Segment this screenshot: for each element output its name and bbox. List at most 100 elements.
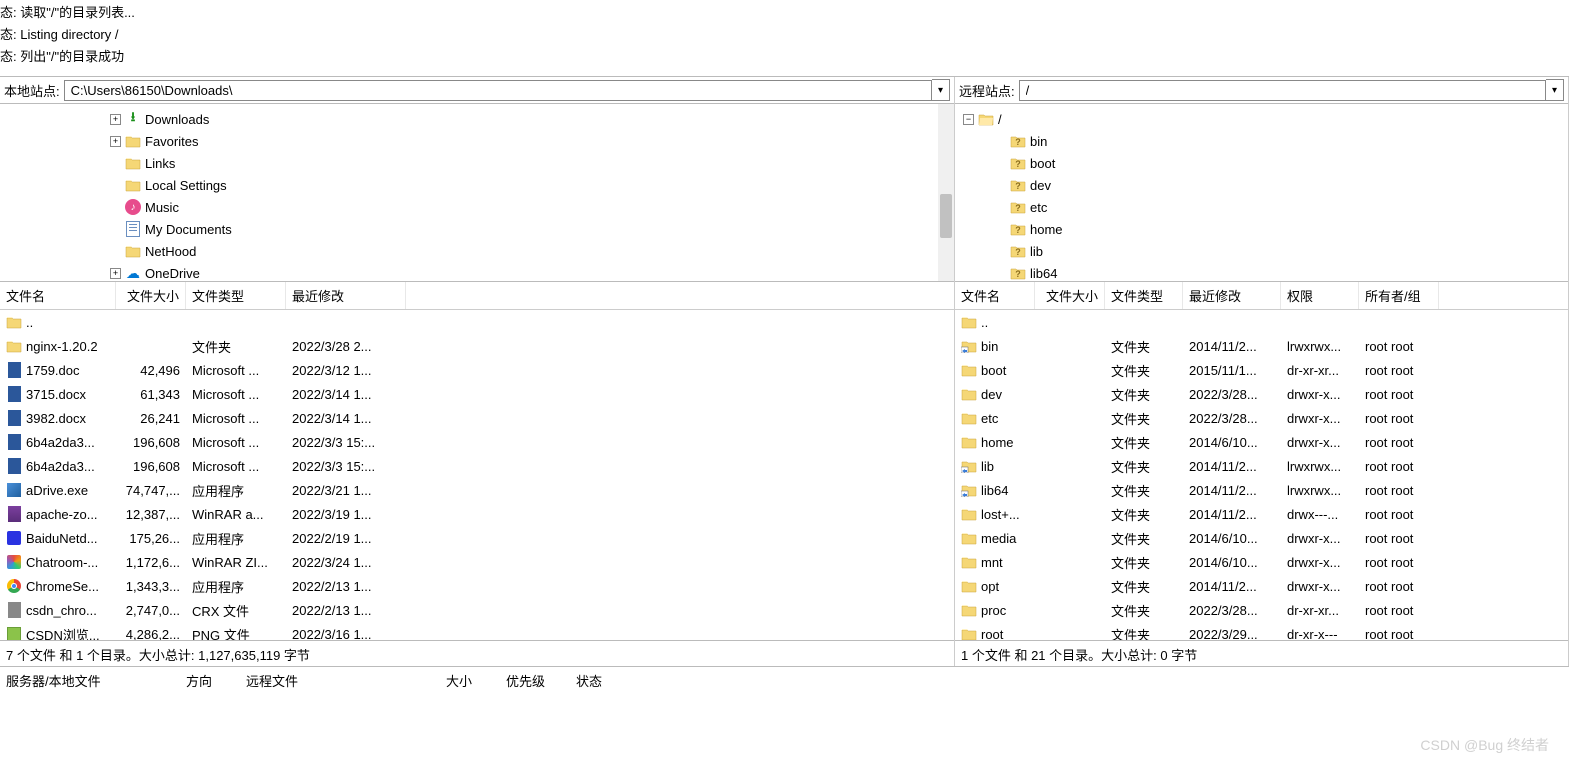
tree-expander[interactable]: + (110, 268, 121, 279)
tree-item[interactable]: ?dev (955, 174, 1568, 196)
tree-item[interactable]: +Favorites (0, 130, 954, 152)
file-row[interactable]: 1759.doc42,496Microsoft ...2022/3/12 1..… (0, 358, 954, 382)
col-owner[interactable]: 所有者/组 (1359, 282, 1439, 309)
file-type: 文件夹 (1105, 337, 1183, 356)
col-modified[interactable]: 最近修改 (1183, 282, 1281, 309)
status-log: 态: 读取"/"的目录列表...态: Listing directory /态:… (0, 0, 1569, 76)
file-row[interactable]: .. (0, 310, 954, 334)
queue-col[interactable]: 方向 (180, 667, 240, 694)
tree-expander[interactable]: + (110, 136, 121, 147)
col-size[interactable]: 文件大小 (116, 282, 186, 309)
file-row[interactable]: opt文件夹2014/11/2...drwxr-x...root root (955, 574, 1568, 598)
queue-col[interactable]: 状态 (570, 667, 670, 694)
file-row[interactable]: media文件夹2014/6/10...drwxr-x...root root (955, 526, 1568, 550)
col-modified[interactable]: 最近修改 (286, 282, 406, 309)
tree-item[interactable]: NetHood (0, 240, 954, 262)
remote-list-header[interactable]: 文件名文件大小文件类型最近修改权限所有者/组 (955, 282, 1568, 310)
file-modified: 2022/3/28... (1183, 603, 1281, 618)
folder-unknown-icon: ? (1010, 221, 1026, 237)
tree-item[interactable]: Local Settings (0, 174, 954, 196)
tree-item[interactable]: ?lib (955, 240, 1568, 262)
file-row[interactable]: proc文件夹2022/3/28...dr-xr-xr...root root (955, 598, 1568, 622)
file-row[interactable]: root文件夹2022/3/29...dr-xr-x---root root (955, 622, 1568, 640)
file-row[interactable]: dev文件夹2022/3/28...drwxr-x...root root (955, 382, 1568, 406)
tree-item[interactable]: ♪Music (0, 196, 954, 218)
col-name[interactable]: 文件名 (955, 282, 1035, 309)
file-row[interactable]: 3982.docx26,241Microsoft ...2022/3/14 1.… (0, 406, 954, 430)
file-row[interactable]: BaiduNetd...175,26...应用程序2022/2/19 1... (0, 526, 954, 550)
remote-tree[interactable]: −/?bin?boot?dev?etc?home?lib?lib64 (955, 104, 1568, 282)
remote-list-body[interactable]: ..bin文件夹2014/11/2...lrwxrwx...root rootb… (955, 310, 1568, 640)
file-row[interactable]: bin文件夹2014/11/2...lrwxrwx...root root (955, 334, 1568, 358)
tree-item[interactable]: +☁OneDrive (0, 262, 954, 282)
file-perm: drwxr-x... (1281, 555, 1359, 570)
local-list-header[interactable]: 文件名文件大小文件类型最近修改 (0, 282, 954, 310)
file-row[interactable]: CSDN浏览...4,286,2...PNG 文件2022/3/16 1... (0, 622, 954, 640)
file-name: 3982.docx (26, 411, 86, 426)
file-row[interactable]: boot文件夹2015/11/1...dr-xr-xr...root root (955, 358, 1568, 382)
file-row[interactable]: 3715.docx61,343Microsoft ...2022/3/14 1.… (0, 382, 954, 406)
folder-unknown-icon: ? (1010, 133, 1026, 149)
folder-icon (125, 177, 141, 193)
file-type: 文件夹 (1105, 433, 1183, 452)
local-list-body[interactable]: ..nginx-1.20.2文件夹2022/3/28 2...1759.doc4… (0, 310, 954, 640)
file-row[interactable]: etc文件夹2022/3/28...drwxr-x...root root (955, 406, 1568, 430)
col-perm[interactable]: 权限 (1281, 282, 1359, 309)
tree-expander[interactable]: − (963, 114, 974, 125)
tree-item[interactable]: ?etc (955, 196, 1568, 218)
file-row[interactable]: mnt文件夹2014/6/10...drwxr-x...root root (955, 550, 1568, 574)
tree-item-label: boot (1030, 156, 1055, 171)
log-line: 态: 列出"/"的目录成功 (0, 46, 1569, 68)
file-owner: root root (1359, 483, 1439, 498)
file-owner: root root (1359, 459, 1439, 474)
tree-item[interactable]: ?boot (955, 152, 1568, 174)
file-row[interactable]: csdn_chro...2,747,0...CRX 文件2022/2/13 1.… (0, 598, 954, 622)
queue-col[interactable]: 远程文件 (240, 667, 440, 694)
music-icon: ♪ (125, 199, 141, 215)
remote-status: 1 个文件 和 21 个目录。大小总计: 0 字节 (955, 640, 1568, 666)
file-size: 196,608 (116, 459, 186, 474)
queue-col[interactable]: 服务器/本地文件 (0, 667, 180, 694)
file-row[interactable]: Chatroom-...1,172,6...WinRAR ZI...2022/3… (0, 550, 954, 574)
tree-item[interactable]: ?home (955, 218, 1568, 240)
file-row[interactable]: lib文件夹2014/11/2...lrwxrwx...root root (955, 454, 1568, 478)
file-row[interactable]: home文件夹2014/6/10...drwxr-x...root root (955, 430, 1568, 454)
queue-col[interactable]: 大小 (440, 667, 500, 694)
tree-expander[interactable]: + (110, 114, 121, 125)
col-size[interactable]: 文件大小 (1035, 282, 1105, 309)
tree-item-root[interactable]: −/ (955, 108, 1568, 130)
tree-item[interactable]: Links (0, 152, 954, 174)
file-row[interactable]: .. (955, 310, 1568, 334)
col-type[interactable]: 文件类型 (186, 282, 286, 309)
remote-path-dropdown[interactable]: ▾ (1546, 79, 1564, 101)
file-type: 文件夹 (1105, 553, 1183, 572)
file-row[interactable]: apache-zo...12,387,...WinRAR a...2022/3/… (0, 502, 954, 526)
file-modified: 2014/11/2... (1183, 579, 1281, 594)
tree-item-label: / (998, 112, 1002, 127)
local-path-dropdown[interactable]: ▾ (932, 79, 950, 101)
folder-icon (961, 362, 977, 378)
onedrive-icon: ☁ (125, 265, 141, 281)
file-size: 61,343 (116, 387, 186, 402)
file-row[interactable]: aDrive.exe74,747,...应用程序2022/3/21 1... (0, 478, 954, 502)
queue-col[interactable]: 优先级 (500, 667, 570, 694)
remote-path-input[interactable] (1019, 80, 1546, 101)
folder-unknown-icon: ? (1010, 199, 1026, 215)
file-row[interactable]: ChromeSe...1,343,3...应用程序2022/2/13 1... (0, 574, 954, 598)
file-row[interactable]: lost+...文件夹2014/11/2...drwx---...root ro… (955, 502, 1568, 526)
tree-item[interactable]: +⭳Downloads (0, 108, 954, 130)
tree-item[interactable]: ?bin (955, 130, 1568, 152)
scrollbar[interactable] (938, 104, 954, 281)
file-row[interactable]: lib64文件夹2014/11/2...lrwxrwx...root root (955, 478, 1568, 502)
tree-item[interactable]: ?lib64 (955, 262, 1568, 282)
queue-header[interactable]: 服务器/本地文件方向远程文件大小优先级状态 (0, 666, 1569, 694)
local-tree[interactable]: +⭳Downloads+FavoritesLinksLocal Settings… (0, 104, 954, 282)
file-name: boot (981, 363, 1006, 378)
file-row[interactable]: nginx-1.20.2文件夹2022/3/28 2... (0, 334, 954, 358)
local-path-input[interactable] (64, 80, 932, 101)
col-type[interactable]: 文件类型 (1105, 282, 1183, 309)
file-row[interactable]: 6b4a2da3...196,608Microsoft ...2022/3/3 … (0, 454, 954, 478)
file-row[interactable]: 6b4a2da3...196,608Microsoft ...2022/3/3 … (0, 430, 954, 454)
tree-item[interactable]: My Documents (0, 218, 954, 240)
col-name[interactable]: 文件名 (0, 282, 116, 309)
